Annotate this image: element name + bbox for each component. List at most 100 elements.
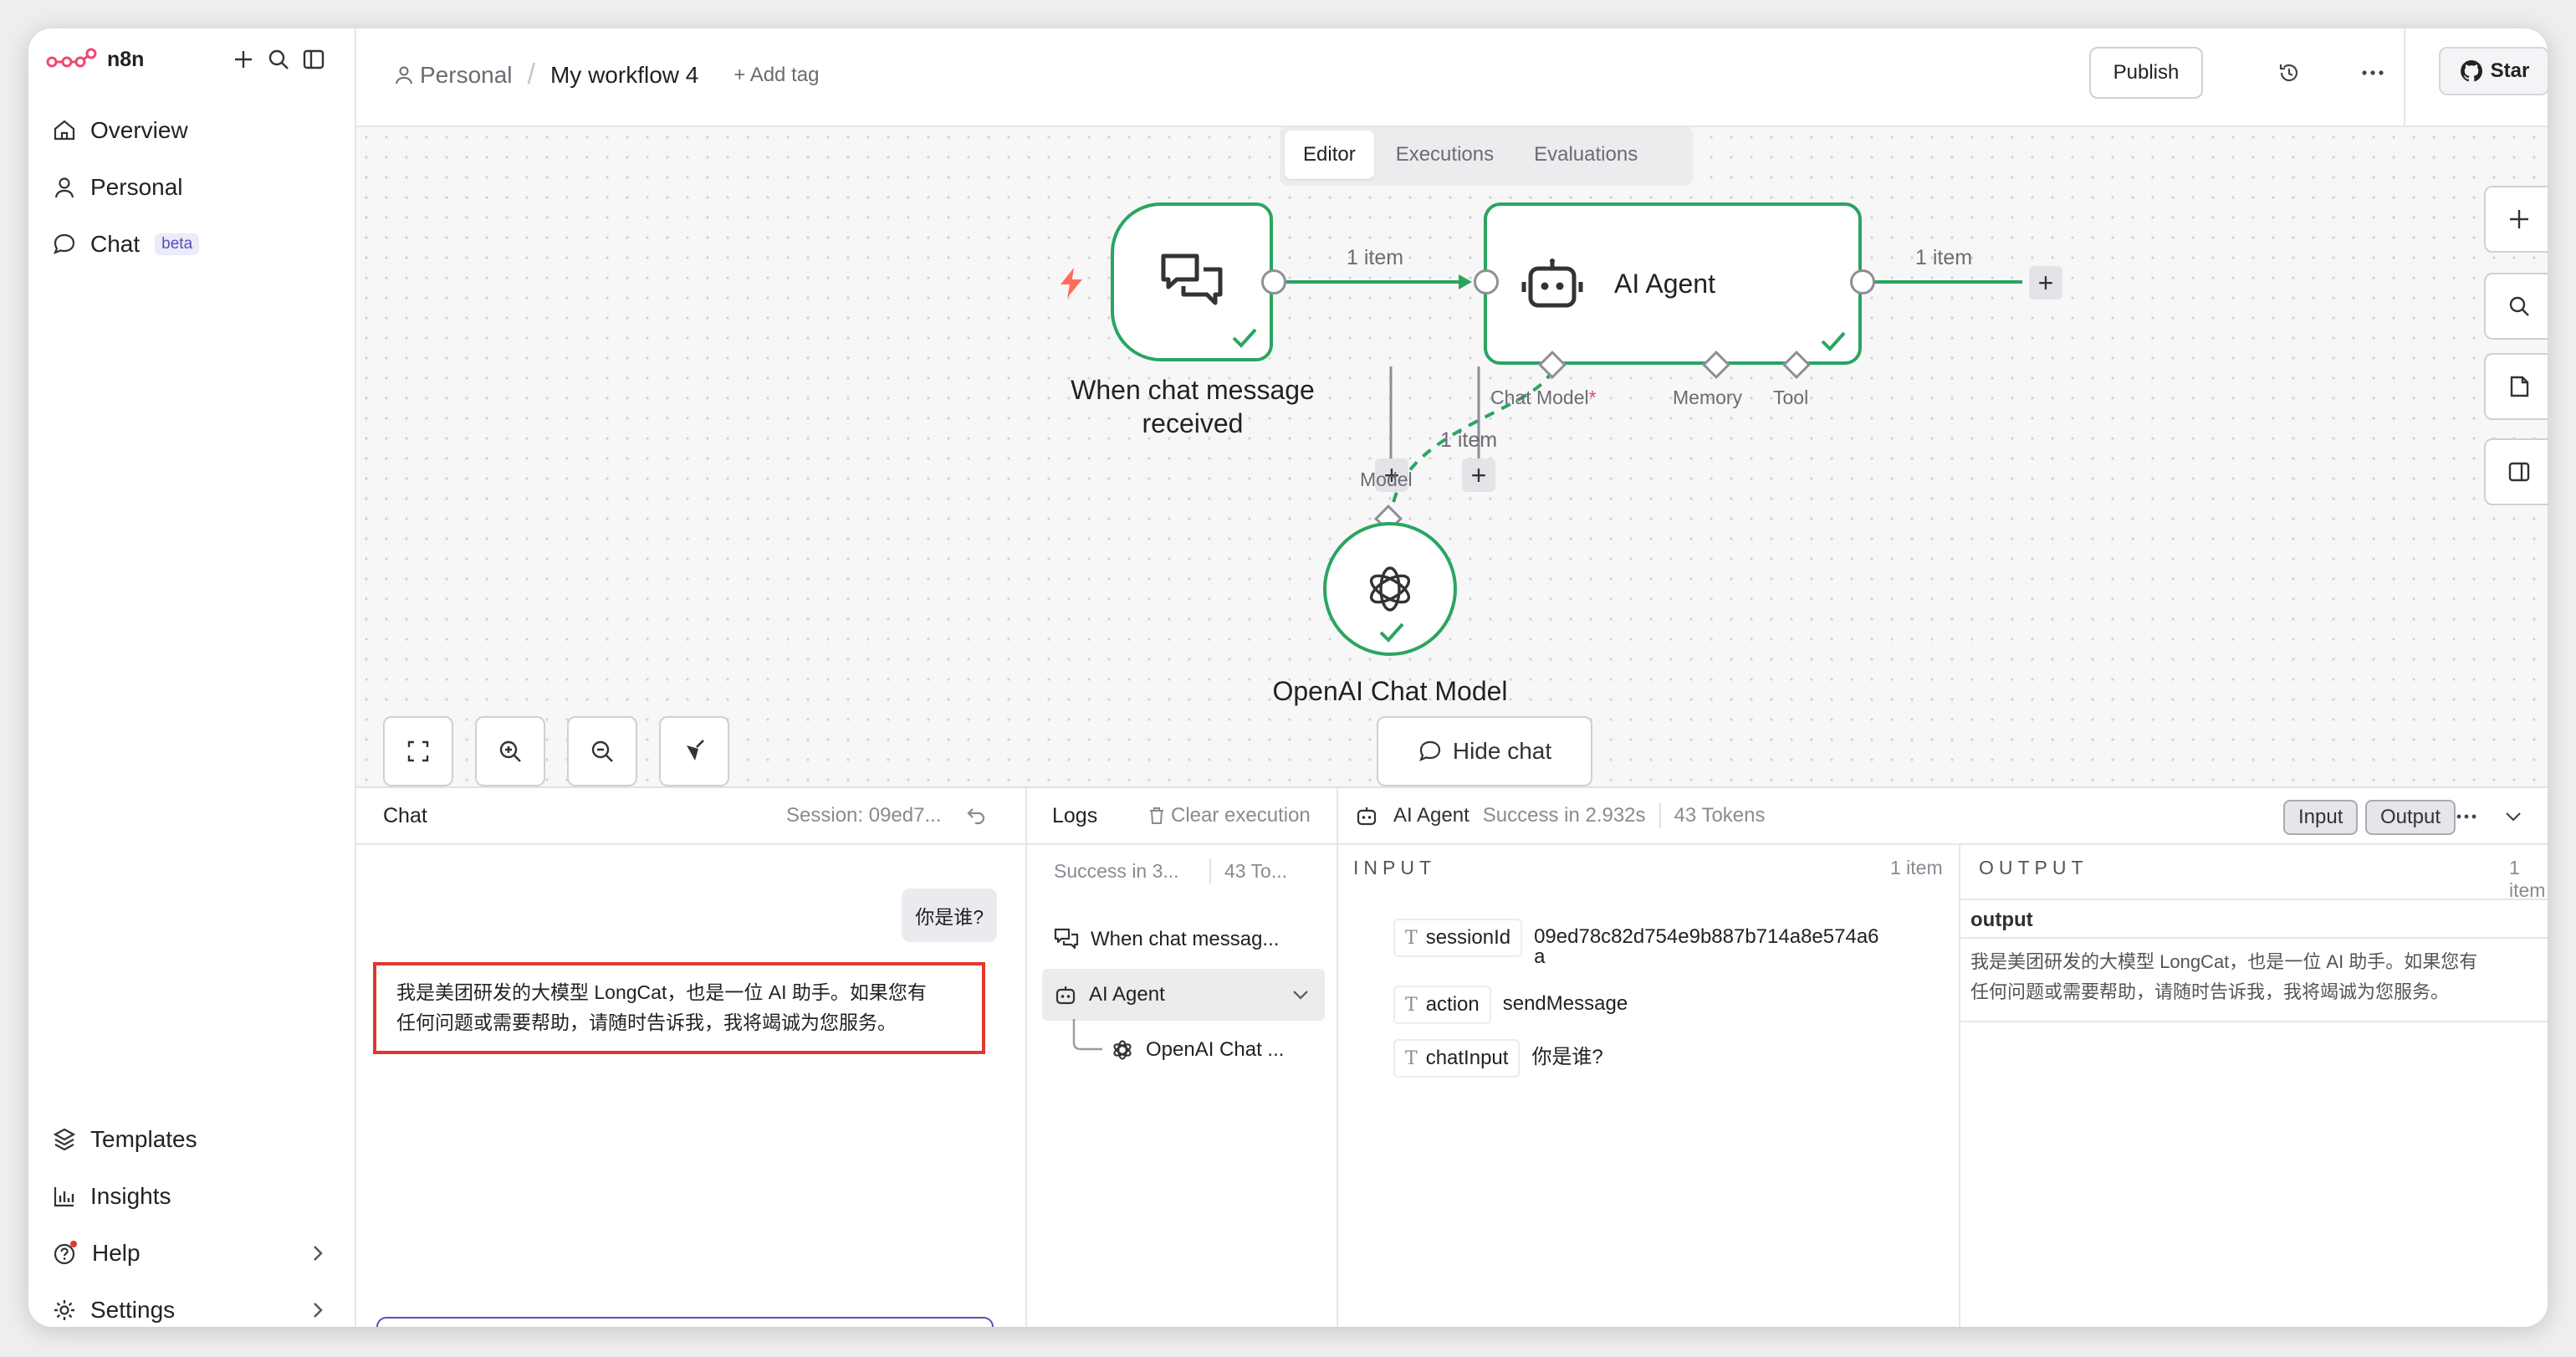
edge-label-model: 1 item [1440, 428, 1498, 452]
status-divider [1659, 803, 1661, 828]
logs-summary-tokens: 43 To... [1224, 860, 1288, 882]
fit-view-button[interactable] [383, 716, 453, 786]
trigger-label-line2: received [1142, 408, 1244, 438]
tidy-up-button[interactable] [659, 716, 729, 786]
field-value: 你是谁? [1531, 1046, 1603, 1068]
logs-pane-header: Logs Clear execution [1027, 788, 1337, 845]
chat-pane-header: Chat Session: 09ed7... [356, 788, 1025, 845]
sticky-note-icon [2510, 376, 2529, 397]
sidebar: n8n Overview Personal Chat beta Template… [28, 28, 356, 1327]
user-icon [396, 66, 412, 84]
history-icon[interactable] [2268, 52, 2310, 94]
breadcrumb-separator: / [527, 59, 535, 90]
node-detail-pane: AI Agent Success in 2.932s 43 Tokens Inp… [1338, 788, 2548, 1327]
chat-pane: Chat Session: 09ed7... 你是谁? 我是美团研发的大模型 L… [356, 788, 1027, 1327]
breadcrumb-project-label: Personal [420, 61, 513, 88]
robot-icon [1357, 807, 1377, 826]
input-item-count: 1 item [1890, 857, 1943, 878]
log-row-label: AI Agent [1089, 983, 1165, 1006]
hide-chat-label: Hide chat [1452, 738, 1552, 764]
more-options-icon[interactable] [2352, 52, 2394, 94]
field-value: sendMessage [1502, 992, 1628, 1015]
success-check-icon [1379, 622, 1404, 643]
log-row-openai-model[interactable]: OpenAI Chat ... [1099, 1024, 1325, 1076]
sidebar-item-chat[interactable]: Chat beta [40, 221, 345, 268]
n8n-logo-icon [46, 48, 97, 68]
show-input-button[interactable]: Input [2283, 800, 2359, 835]
sidebar-item-templates[interactable]: Templates [40, 1116, 345, 1163]
robot-icon [1055, 986, 1076, 1005]
agent-input-handle[interactable] [1474, 269, 1499, 294]
add-node-after-agent-button[interactable]: + [2029, 266, 2062, 300]
clear-execution-label: Clear execution [1171, 804, 1311, 827]
log-row-ai-agent[interactable]: AI Agent [1042, 969, 1325, 1021]
bot-message-line2: 任何问题或需要帮助，请随时告诉我，我将竭诚为您服务。 [396, 1011, 897, 1033]
workflow-title[interactable]: My workflow 4 [550, 62, 698, 89]
bot-message-line1: 我是美团研发的大模型 LongCat，也是一位 AI 助手。如果您有 [396, 981, 927, 1003]
n8n-logo[interactable]: n8n [45, 38, 144, 80]
node-ai-agent[interactable]: AI Agent [1484, 202, 1862, 365]
toggle-panel-tool[interactable] [2484, 438, 2548, 505]
agent-output-handle[interactable] [1850, 269, 1875, 294]
detail-status: Success in 2.932s [1482, 804, 1646, 827]
sidebar-item-label: Overview [90, 117, 188, 143]
node-openai-chat-model[interactable] [1323, 522, 1457, 656]
add-tag-button[interactable]: + Add tag [733, 64, 819, 87]
breadcrumb-project[interactable]: Personal [395, 62, 513, 89]
search-icon [2509, 296, 2529, 316]
sidebar-item-label: Templates [90, 1126, 197, 1152]
node-chat-trigger[interactable] [1111, 202, 1273, 361]
session-id[interactable]: Session: 09ed7... [786, 804, 941, 827]
memory-sub-label: Memory [1673, 387, 1743, 408]
add-tool-button[interactable]: + [1462, 458, 1495, 492]
text-type-icon: T [1405, 927, 1418, 949]
github-icon [2460, 60, 2482, 82]
sidebar-item-label: Chat [90, 231, 141, 257]
sidebar-item-personal[interactable]: Personal [40, 164, 345, 211]
output-value: 我是美团研发的大模型 LongCat，也是一位 AI 助手。如果您有 任何问题或… [1960, 939, 2548, 1016]
output-value-line1: 我是美团研发的大模型 LongCat，也是一位 AI 助手。如果您有 [1970, 951, 2478, 972]
trigger-output-handle[interactable] [1261, 269, 1286, 294]
collapse-sidebar-icon[interactable] [293, 38, 335, 80]
reset-session-icon[interactable] [965, 805, 987, 827]
zoom-out-button[interactable] [567, 716, 637, 786]
zoom-in-button[interactable] [475, 716, 545, 786]
field-key-label: action [1425, 993, 1480, 1016]
chat-bubbles-icon [1161, 253, 1223, 305]
github-star-button[interactable]: Star [2439, 47, 2548, 95]
user-icon [54, 177, 74, 198]
bottom-panel: Chat Session: 09ed7... 你是谁? 我是美团研发的大模型 L… [356, 786, 2548, 1327]
sidebar-item-settings[interactable]: Settings [40, 1287, 345, 1327]
chevron-down-icon[interactable] [1291, 989, 1310, 1001]
chevron-right-icon [314, 1303, 323, 1318]
field-key-label: chatInput [1425, 1047, 1509, 1069]
more-options-icon[interactable] [2456, 813, 2477, 820]
success-check-icon [1232, 328, 1257, 348]
log-row-chat-trigger[interactable]: When chat messag... [1042, 914, 1325, 965]
trash-icon [1150, 807, 1163, 824]
breadcrumb: Personal / My workflow 4 + Add tag [395, 59, 819, 91]
chevron-down-icon[interactable] [2504, 810, 2522, 823]
sidebar-item-insights[interactable]: Insights [40, 1173, 345, 1220]
sidebar-item-help[interactable]: Help [40, 1230, 345, 1277]
field-key: Taction [1393, 986, 1491, 1024]
field-value: 09ed78c82d754e9b887b714a8e574a6 a [1534, 919, 1878, 967]
output-value-line2: 任何问题或需要帮助，请随时告诉我，我将竭诚为您服务。 [1970, 981, 2450, 1002]
zoom-in-icon [499, 740, 521, 762]
sidebar-item-overview[interactable]: Overview [40, 107, 345, 154]
workflow-header: Personal / My workflow 4 + Add tag Publi… [356, 28, 2548, 127]
hide-chat-button[interactable]: Hide chat [1377, 716, 1592, 786]
agent-node-label: AI Agent [1614, 268, 1715, 299]
clear-execution-button[interactable]: Clear execution [1147, 804, 1311, 827]
search-nodes-tool[interactable] [2484, 273, 2548, 340]
add-node-tool[interactable] [2484, 186, 2548, 253]
app-name: n8n [107, 47, 145, 71]
plus-icon [2510, 210, 2528, 228]
chat-icon [54, 233, 75, 255]
publish-button[interactable]: Publish [2089, 47, 2203, 99]
log-row-label: OpenAI Chat ... [1146, 1038, 1285, 1061]
detail-node-name: AI Agent [1393, 804, 1469, 827]
sticky-note-tool[interactable] [2484, 353, 2548, 420]
show-output-button[interactable]: Output [2365, 800, 2456, 835]
workflow-canvas[interactable]: Editor Executions Evaluations When chat … [356, 127, 2548, 786]
